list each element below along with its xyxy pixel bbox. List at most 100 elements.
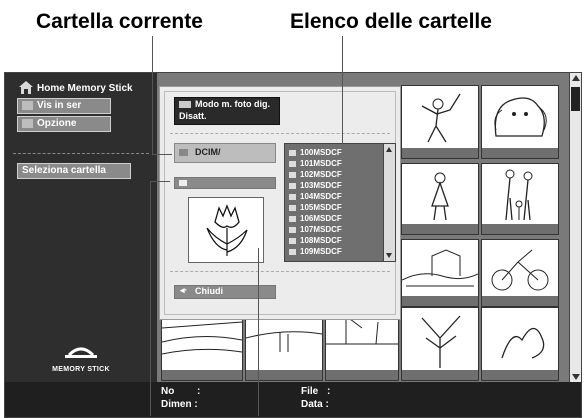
- parent-folder-icon: [179, 180, 187, 186]
- folder-item-label: 104MSDCF: [300, 192, 342, 201]
- folder-icon: [289, 182, 296, 189]
- info-file-label: File: [301, 386, 319, 397]
- folder-icon: [289, 160, 296, 167]
- list-scroll-down-icon[interactable]: [386, 253, 392, 258]
- current-folder-label: DCIM/: [195, 147, 221, 157]
- scroll-down-arrow-icon[interactable]: [572, 374, 580, 380]
- close-arrow-icon: ◂·: [180, 285, 188, 295]
- parent-folder-bar[interactable]: [174, 177, 276, 189]
- list-icon: [22, 101, 33, 110]
- select-folder-dialog: Modo m. foto dig. Disatt. DCIM/ 100MSDCF…: [159, 86, 401, 320]
- dialog-separator-top: [170, 133, 390, 134]
- folder-icon: [289, 226, 296, 233]
- sidebar-title: Home Memory Stick: [37, 83, 133, 94]
- leader-bottom-left-h: [150, 181, 170, 182]
- memory-stick-logo-icon: [65, 347, 97, 358]
- info-data-label: Data :: [301, 399, 329, 410]
- folder-item-label: 109MSDCF: [300, 247, 342, 256]
- folder-item-label: 108MSDCF: [300, 236, 342, 245]
- photo-mode-box[interactable]: Modo m. foto dig. Disatt.: [174, 97, 280, 125]
- folder-icon: [289, 248, 296, 255]
- camera-icon: [179, 101, 191, 108]
- info-file-colon: :: [327, 386, 331, 397]
- folder-list-scrollbar[interactable]: [383, 144, 395, 261]
- grid-scrollbar[interactable]: [569, 73, 581, 382]
- folder-item[interactable]: 103MSDCF: [289, 181, 342, 191]
- thumbnail-bicycle[interactable]: [481, 239, 559, 307]
- info-no-label: No: [161, 386, 175, 397]
- select-folder-label: Seleziona cartella: [22, 165, 106, 176]
- callout-folder-list: Elenco delle cartelle: [290, 10, 492, 33]
- thumbnail-family[interactable]: [481, 163, 559, 235]
- thumbnail-flower[interactable]: [481, 307, 559, 381]
- leader-folder-list: [342, 36, 343, 144]
- folder-icon: [289, 149, 296, 156]
- sidebar: Home Memory Stick Vis in ser Opzione Sel…: [5, 73, 157, 382]
- folder-item[interactable]: 107MSDCF: [289, 225, 342, 235]
- folder-icon: [289, 204, 296, 211]
- thumbnail-landscape[interactable]: [401, 239, 479, 307]
- memory-stick-logo: MEMORY STICK: [51, 341, 111, 377]
- baseball-player-image: [421, 93, 461, 143]
- select-folder-button[interactable]: Seleziona cartella: [17, 163, 131, 179]
- close-label: Chiudi: [195, 286, 223, 296]
- sidebar-divider: [13, 153, 149, 154]
- thumbnail-baseball[interactable]: [401, 85, 479, 159]
- folder-item-label: 105MSDCF: [300, 203, 342, 212]
- flower-image: [501, 327, 545, 359]
- thumbnail-woman[interactable]: [401, 163, 479, 235]
- thumbnail-dog[interactable]: [481, 85, 559, 159]
- folder-item-label: 107MSDCF: [300, 225, 342, 234]
- woman-image: [431, 172, 449, 221]
- leader-bottom-left: [150, 181, 151, 416]
- folder-item[interactable]: 102MSDCF: [289, 170, 342, 180]
- folder-item-label: 101MSDCF: [300, 159, 342, 168]
- folder-item-label: 102MSDCF: [300, 170, 342, 179]
- folder-icon: [179, 149, 188, 156]
- leader-bottom-center: [258, 248, 259, 416]
- folder-item-label: 106MSDCF: [300, 214, 342, 223]
- folder-item[interactable]: 108MSDCF: [289, 236, 342, 246]
- folder-icon: [289, 171, 296, 178]
- dialog-separator-bottom: [170, 271, 390, 272]
- tulip-preview-image: [206, 204, 248, 256]
- options-button[interactable]: Opzione: [17, 116, 111, 132]
- photo-mode-label: Modo m. foto dig.: [195, 99, 270, 109]
- folder-list: 100MSDCF 101MSDCF 102MSDCF 103MSDCF 104M…: [284, 143, 396, 262]
- folder-icon: [289, 215, 296, 222]
- screen-frame: Home Memory Stick Vis in ser Opzione Sel…: [4, 72, 582, 418]
- folder-item[interactable]: 105MSDCF: [289, 203, 342, 213]
- view-series-label: Vis in ser: [37, 100, 82, 111]
- folder-item[interactable]: 106MSDCF: [289, 214, 342, 224]
- tree-image: [421, 315, 461, 368]
- folder-item[interactable]: 104MSDCF: [289, 192, 342, 202]
- options-label: Opzione: [37, 118, 77, 129]
- leader-current-folder-h: [152, 154, 172, 155]
- leader-current-folder: [152, 36, 153, 154]
- folder-item[interactable]: 101MSDCF: [289, 159, 342, 169]
- callout-current-folder: Cartella corrente: [36, 10, 203, 33]
- list-scroll-up-icon[interactable]: [386, 147, 392, 152]
- info-dimen-label: Dimen :: [161, 399, 198, 410]
- thumbnail-tree[interactable]: [401, 307, 479, 381]
- folder-item-label: 100MSDCF: [300, 148, 342, 157]
- home-icon: [19, 81, 33, 94]
- info-no-colon: :: [197, 386, 201, 397]
- memory-stick-logo-text: MEMORY STICK: [52, 366, 110, 373]
- folder-preview-frame: [188, 197, 264, 263]
- folder-icon: [289, 237, 296, 244]
- folder-icon: [289, 193, 296, 200]
- scroll-thumb[interactable]: [571, 87, 580, 111]
- folder-item[interactable]: 100MSDCF: [289, 148, 342, 158]
- current-folder-button[interactable]: DCIM/: [174, 143, 276, 163]
- dog-image: [494, 97, 547, 137]
- photo-mode-value: Disatt.: [179, 111, 207, 121]
- folder-item[interactable]: 109MSDCF: [289, 247, 342, 257]
- scroll-up-arrow-icon[interactable]: [572, 75, 580, 81]
- view-series-button[interactable]: Vis in ser: [17, 98, 111, 114]
- close-button[interactable]: ◂· Chiudi: [174, 285, 276, 299]
- folder-item-label: 103MSDCF: [300, 181, 342, 190]
- family-image: [505, 169, 533, 221]
- options-icon: [22, 119, 33, 128]
- landscape-image: [401, 249, 479, 287]
